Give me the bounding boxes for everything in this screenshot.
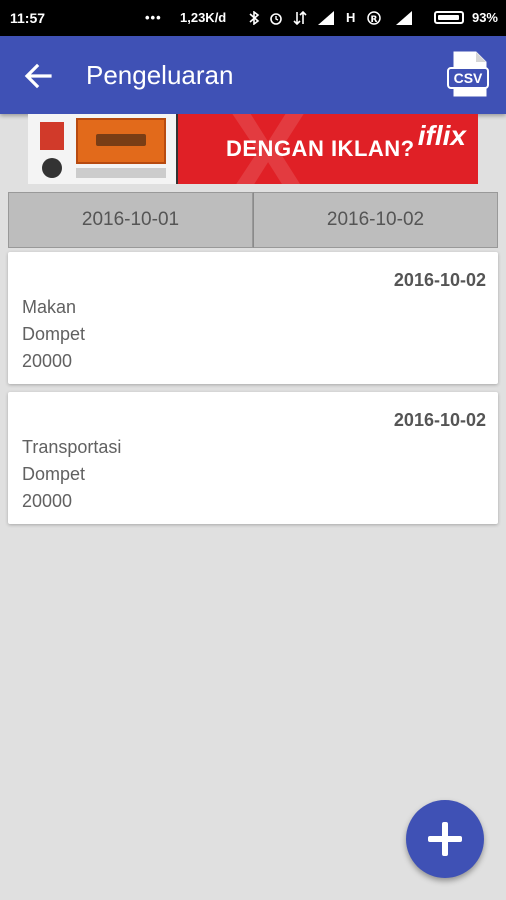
network-speed: 1,23K/d bbox=[180, 10, 227, 25]
signal-icon bbox=[396, 11, 412, 25]
date-tabs: 2016-10-01 2016-10-02 bbox=[8, 192, 498, 248]
app-bar: Pengeluaran CSV bbox=[0, 36, 506, 114]
csv-label: CSV bbox=[454, 70, 483, 86]
expense-card[interactable]: 2016-10-02 Makan Dompet 20000 bbox=[8, 252, 498, 384]
notification-dots-icon: ••• bbox=[145, 10, 162, 25]
expense-date: 2016-10-02 bbox=[393, 270, 486, 290]
tab-date-end[interactable]: 2016-10-02 bbox=[253, 192, 498, 248]
expense-account: Dompet bbox=[22, 464, 86, 484]
expense-amount: 20000 bbox=[22, 351, 73, 371]
svg-text:R: R bbox=[371, 15, 378, 25]
expense-amount: 20000 bbox=[22, 491, 73, 511]
expense-date: 2016-10-02 bbox=[393, 410, 486, 430]
status-time: 11:57 bbox=[10, 10, 46, 26]
ad-banner[interactable]: X DENGAN IKLAN? iflix bbox=[28, 114, 478, 184]
ad-brand-logo: iflix bbox=[417, 120, 466, 151]
signal-icon bbox=[318, 11, 334, 25]
expense-category: Makan bbox=[22, 297, 77, 317]
battery-percent: 93% bbox=[471, 10, 498, 25]
roaming-r-icon: R bbox=[367, 11, 381, 25]
csv-icon[interactable]: CSV bbox=[446, 50, 490, 98]
add-expense-button[interactable] bbox=[406, 800, 484, 878]
network-type: H bbox=[346, 10, 356, 25]
battery-icon bbox=[434, 11, 464, 24]
ad-text: DENGAN IKLAN? bbox=[226, 136, 415, 161]
expense-category: Transportasi bbox=[22, 437, 122, 457]
expense-card[interactable]: 2016-10-02 Transportasi Dompet 20000 bbox=[8, 392, 498, 524]
tab-date-start[interactable]: 2016-10-01 bbox=[8, 192, 253, 248]
arrow-back-icon[interactable] bbox=[20, 58, 56, 94]
bluetooth-icon bbox=[249, 11, 260, 25]
status-bar: 11:57 ••• 1,23K/d H R 93% bbox=[0, 0, 506, 36]
alarm-icon bbox=[270, 13, 282, 25]
data-icon bbox=[293, 11, 307, 25]
expense-account: Dompet bbox=[22, 324, 86, 344]
ad-thumbnail bbox=[28, 114, 176, 184]
page-title: Pengeluaran bbox=[86, 60, 234, 90]
